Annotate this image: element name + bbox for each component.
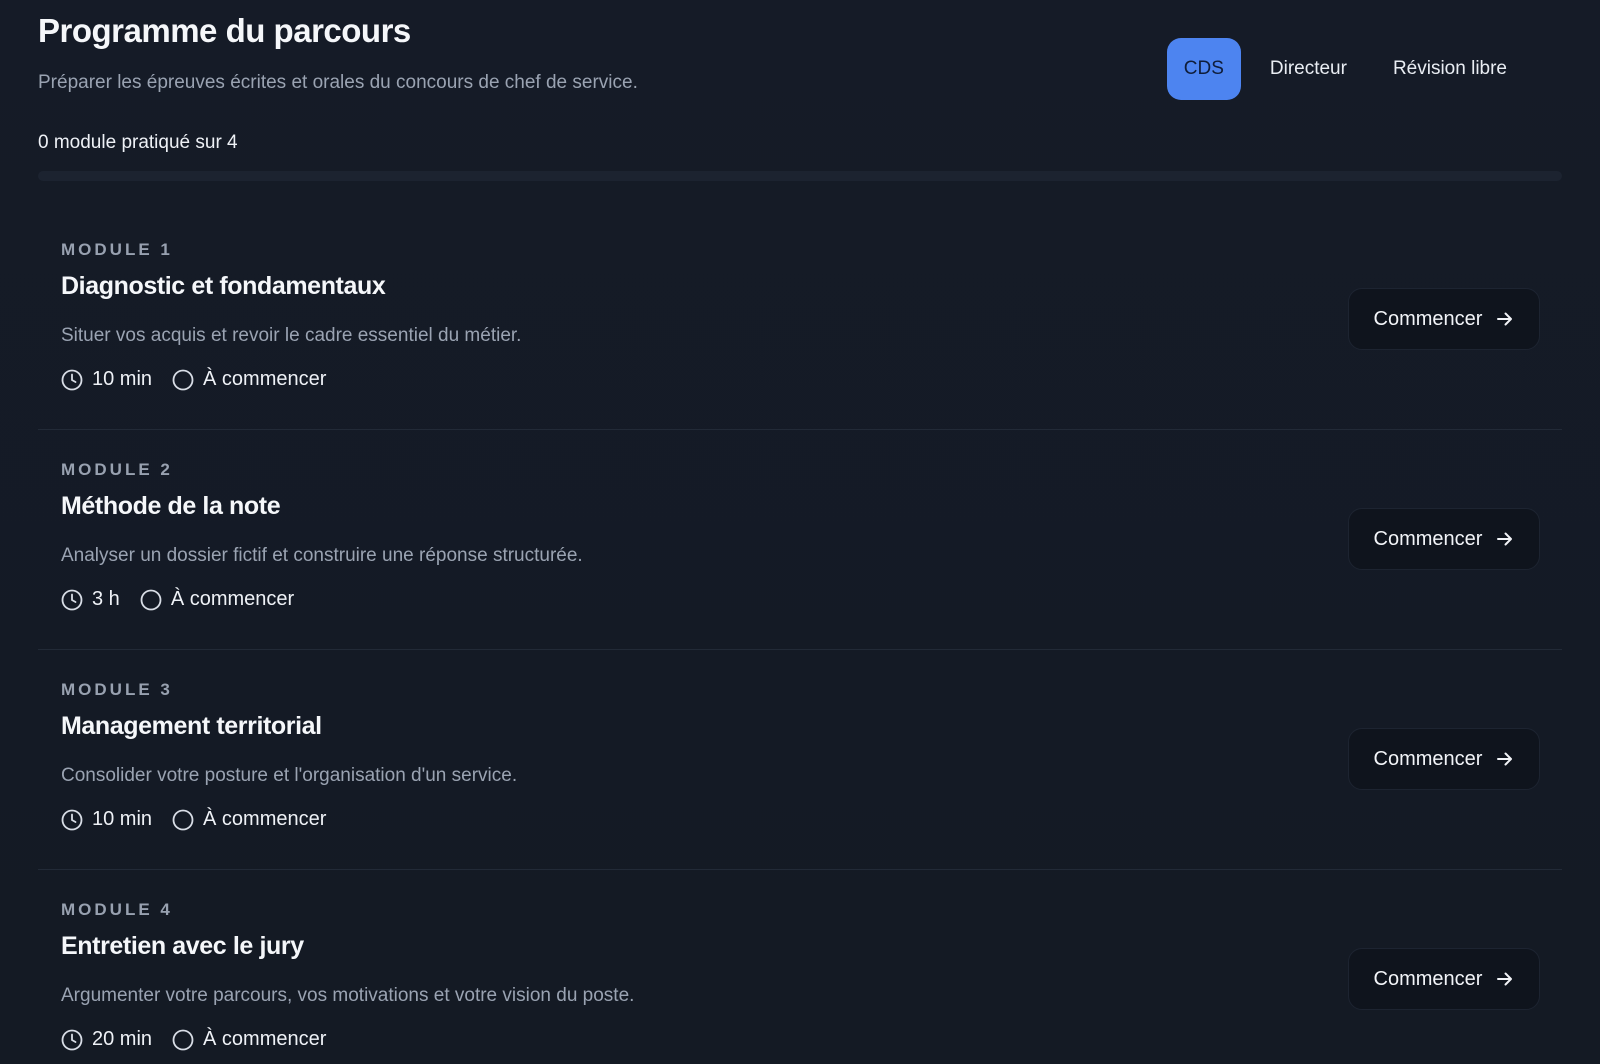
- clock-icon: [61, 1029, 83, 1050]
- module-title: Entretien avec le jury: [61, 932, 304, 960]
- module-card: MODULE 3 Management territorial Consolid…: [38, 650, 1562, 870]
- module-status-text: À commencer: [170, 588, 295, 610]
- module-card: MODULE 1 Diagnostic et fondamentaux Situ…: [38, 210, 1562, 430]
- module-card: MODULE 2 Méthode de la note Analyser un …: [38, 430, 1562, 650]
- start-button-label: Commencer: [1373, 967, 1483, 990]
- module-status: À commencer: [140, 588, 294, 611]
- tab-cds[interactable]: CDS: [1166, 38, 1241, 100]
- module-description: Consolider votre posture et l'organisati…: [61, 765, 518, 786]
- module-duration: 3 h: [61, 588, 120, 611]
- page-header: Programme du parcours Préparer les épreu…: [38, 0, 1562, 181]
- start-module-button[interactable]: Commencer: [1348, 728, 1540, 790]
- module-status-text: À commencer: [203, 1028, 327, 1050]
- module-meta: 10 min À commencer: [61, 808, 326, 831]
- circle-outline-icon: [140, 589, 162, 610]
- module-number: MODULE 1: [61, 240, 173, 259]
- circle-outline-icon: [172, 1029, 194, 1050]
- clock-icon: [61, 369, 83, 390]
- module-number: MODULE 3: [61, 680, 173, 699]
- start-button-label: Commencer: [1373, 747, 1483, 770]
- module-duration: 10 min: [61, 808, 152, 831]
- module-description: Situer vos acquis et revoir le cadre ess…: [61, 325, 522, 346]
- module-status: À commencer: [172, 808, 326, 831]
- module-title: Management territorial: [61, 712, 322, 740]
- module-meta: 3 h À commencer: [61, 588, 294, 611]
- module-meta: 10 min À commencer: [61, 368, 326, 391]
- module-status: À commencer: [172, 1028, 326, 1051]
- module-status-text: À commencer: [203, 368, 327, 390]
- start-module-button[interactable]: Commencer: [1348, 948, 1540, 1010]
- module-duration: 10 min: [61, 368, 152, 391]
- page-title: Programme du parcours: [38, 12, 411, 49]
- tab-revision-libre[interactable]: Révision libre: [1376, 38, 1524, 100]
- progress-bar: [38, 171, 1562, 181]
- module-duration-text: 3 h: [92, 588, 120, 610]
- module-duration-text: 10 min: [92, 808, 153, 830]
- module-title: Méthode de la note: [61, 492, 281, 520]
- clock-icon: [61, 589, 83, 610]
- module-title: Diagnostic et fondamentaux: [61, 272, 386, 300]
- module-duration-text: 20 min: [92, 1028, 153, 1050]
- module-duration: 20 min: [61, 1028, 152, 1051]
- module-list: MODULE 1 Diagnostic et fondamentaux Situ…: [38, 210, 1562, 1064]
- start-button-label: Commencer: [1373, 307, 1483, 330]
- module-meta: 20 min À commencer: [61, 1028, 326, 1051]
- track-tabs: CDS Directeur Révision libre: [1166, 38, 1524, 100]
- start-module-button[interactable]: Commencer: [1348, 288, 1540, 350]
- progress-label: 0 module pratiqué sur 4: [38, 132, 238, 153]
- tab-directeur[interactable]: Directeur: [1253, 38, 1364, 100]
- arrow-right-icon: [1497, 312, 1513, 326]
- module-description: Analyser un dossier fictif et construire…: [61, 545, 583, 566]
- circle-outline-icon: [172, 369, 194, 390]
- module-card: MODULE 4 Entretien avec le jury Argument…: [38, 870, 1562, 1064]
- course-program-page: Programme du parcours Préparer les épreu…: [0, 0, 1600, 1064]
- module-number: MODULE 2: [61, 460, 173, 479]
- page-subtitle: Préparer les épreuves écrites et orales …: [38, 72, 638, 93]
- module-number: MODULE 4: [61, 900, 173, 919]
- module-description: Argumenter votre parcours, vos motivatio…: [61, 985, 635, 1006]
- module-status-text: À commencer: [203, 808, 327, 830]
- arrow-right-icon: [1497, 532, 1513, 546]
- module-status: À commencer: [172, 368, 326, 391]
- start-module-button[interactable]: Commencer: [1348, 508, 1540, 570]
- clock-icon: [61, 809, 83, 830]
- start-button-label: Commencer: [1373, 527, 1483, 550]
- arrow-right-icon: [1497, 972, 1513, 986]
- circle-outline-icon: [172, 809, 194, 830]
- module-duration-text: 10 min: [92, 368, 153, 390]
- arrow-right-icon: [1497, 752, 1513, 766]
